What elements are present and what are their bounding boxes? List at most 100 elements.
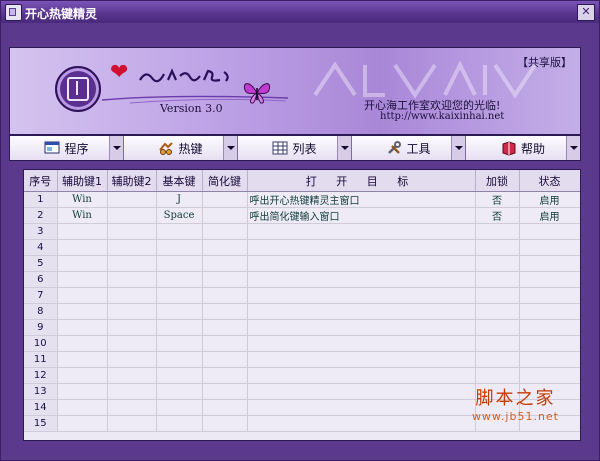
cell-simple[interactable]: [202, 367, 248, 384]
table-row[interactable]: 9: [24, 319, 580, 336]
cell-target[interactable]: [247, 383, 476, 400]
menu-list-button[interactable]: 列表: [238, 136, 352, 160]
cell-target[interactable]: [247, 351, 476, 368]
cell-status[interactable]: [519, 239, 580, 256]
cell-mod2[interactable]: [107, 303, 157, 320]
column-header-status[interactable]: 状态: [519, 170, 580, 192]
cell-num[interactable]: 3: [24, 223, 58, 240]
cell-mod1[interactable]: [57, 335, 108, 352]
cell-simple[interactable]: [202, 239, 248, 256]
cell-status[interactable]: 启用: [519, 191, 580, 208]
menu-tools-button[interactable]: 工具: [352, 136, 466, 160]
cell-simple[interactable]: [202, 399, 248, 416]
cell-key[interactable]: [156, 383, 203, 400]
table-row[interactable]: 8: [24, 303, 580, 320]
cell-mod1[interactable]: Win: [57, 191, 108, 208]
cell-mod1[interactable]: Win: [57, 207, 108, 224]
cell-target[interactable]: [247, 287, 476, 304]
cell-key[interactable]: [156, 367, 203, 384]
cell-lock[interactable]: 否: [475, 191, 520, 208]
chevron-down-icon[interactable]: [451, 136, 465, 160]
cell-simple[interactable]: [202, 287, 248, 304]
title-bar[interactable]: 开心热键精灵 ✕: [1, 1, 599, 23]
cell-status[interactable]: [519, 367, 580, 384]
cell-simple[interactable]: [202, 207, 248, 224]
cell-num[interactable]: 15: [24, 415, 58, 432]
cell-mod2[interactable]: [107, 415, 157, 432]
cell-num[interactable]: 6: [24, 271, 58, 288]
cell-status[interactable]: [519, 223, 580, 240]
table-row[interactable]: 10: [24, 335, 580, 352]
cell-target[interactable]: [247, 367, 476, 384]
cell-key[interactable]: [156, 399, 203, 416]
cell-target[interactable]: [247, 415, 476, 432]
table-row[interactable]: 6: [24, 271, 580, 288]
cell-target[interactable]: [247, 271, 476, 288]
column-header-mod2[interactable]: 辅助键2: [107, 170, 157, 192]
cell-lock[interactable]: [475, 239, 520, 256]
menu-hotkey-button[interactable]: 热键: [124, 136, 238, 160]
cell-lock[interactable]: [475, 319, 520, 336]
cell-target[interactable]: 呼出简化键输入窗口: [247, 207, 476, 224]
cell-mod2[interactable]: [107, 223, 157, 240]
cell-status[interactable]: [519, 351, 580, 368]
cell-mod2[interactable]: [107, 351, 157, 368]
cell-mod2[interactable]: [107, 207, 157, 224]
cell-status[interactable]: [519, 319, 580, 336]
cell-mod2[interactable]: [107, 367, 157, 384]
cell-mod2[interactable]: [107, 239, 157, 256]
cell-lock[interactable]: 否: [475, 207, 520, 224]
cell-mod1[interactable]: [57, 415, 108, 432]
cell-status[interactable]: [519, 287, 580, 304]
cell-mod1[interactable]: [57, 319, 108, 336]
cell-status[interactable]: 启用: [519, 207, 580, 224]
table-row[interactable]: 11: [24, 351, 580, 368]
cell-lock[interactable]: [475, 335, 520, 352]
cell-key[interactable]: [156, 335, 203, 352]
cell-mod2[interactable]: [107, 271, 157, 288]
cell-mod2[interactable]: [107, 287, 157, 304]
column-header-num[interactable]: 序号: [24, 170, 58, 192]
cell-mod1[interactable]: [57, 239, 108, 256]
cell-num[interactable]: 4: [24, 239, 58, 256]
cell-key[interactable]: [156, 239, 203, 256]
cell-key[interactable]: [156, 303, 203, 320]
cell-simple[interactable]: [202, 415, 248, 432]
cell-mod1[interactable]: [57, 367, 108, 384]
cell-lock[interactable]: [475, 367, 520, 384]
cell-mod1[interactable]: [57, 399, 108, 416]
cell-num[interactable]: 13: [24, 383, 58, 400]
cell-simple[interactable]: [202, 351, 248, 368]
cell-key[interactable]: [156, 415, 203, 432]
cell-num[interactable]: 7: [24, 287, 58, 304]
cell-num[interactable]: 14: [24, 399, 58, 416]
cell-num[interactable]: 2: [24, 207, 58, 224]
column-header-mod1[interactable]: 辅助键1: [57, 170, 108, 192]
cell-key[interactable]: [156, 287, 203, 304]
cell-mod1[interactable]: [57, 271, 108, 288]
table-row[interactable]: 1 Win J 呼出开心热键精灵主窗口否启用: [24, 191, 580, 208]
cell-key[interactable]: Space: [156, 207, 203, 224]
cell-lock[interactable]: [475, 223, 520, 240]
cell-simple[interactable]: [202, 383, 248, 400]
cell-status[interactable]: [519, 271, 580, 288]
cell-target[interactable]: 呼出开心热键精灵主窗口: [247, 191, 476, 208]
cell-mod1[interactable]: [57, 351, 108, 368]
cell-num[interactable]: 5: [24, 255, 58, 272]
cell-num[interactable]: 12: [24, 367, 58, 384]
site-url-link[interactable]: http://www.kaixinhai.net: [380, 111, 504, 122]
cell-num[interactable]: 1: [24, 191, 58, 208]
cell-lock[interactable]: [475, 303, 520, 320]
table-row[interactable]: 5: [24, 255, 580, 272]
cell-simple[interactable]: [202, 271, 248, 288]
cell-key[interactable]: [156, 223, 203, 240]
cell-mod2[interactable]: [107, 399, 157, 416]
column-header-key[interactable]: 基本键: [156, 170, 203, 192]
cell-simple[interactable]: [202, 191, 248, 208]
cell-target[interactable]: [247, 335, 476, 352]
table-row[interactable]: 12: [24, 367, 580, 384]
cell-status[interactable]: [519, 255, 580, 272]
cell-num[interactable]: 9: [24, 319, 58, 336]
cell-simple[interactable]: [202, 223, 248, 240]
column-header-simple[interactable]: 简化键: [202, 170, 248, 192]
